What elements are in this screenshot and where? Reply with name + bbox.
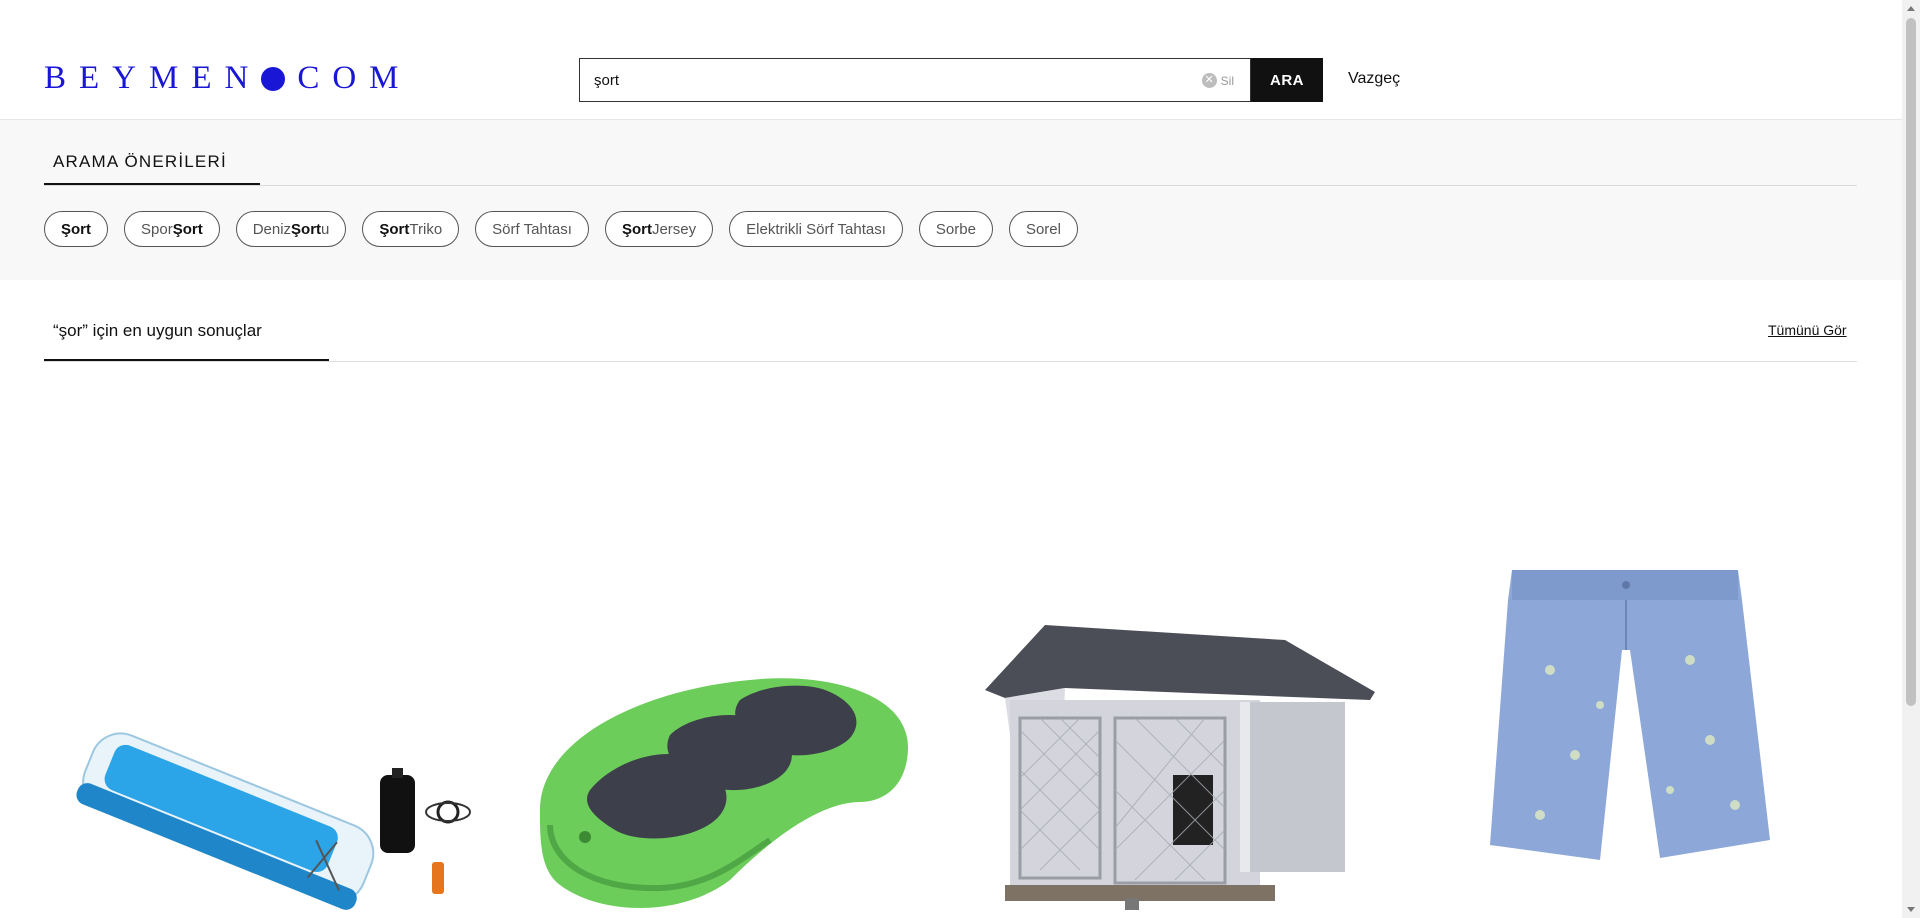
- suggestion-chip[interactable]: Şort Jersey: [604, 211, 714, 247]
- inflatable-air-track-image: [76, 732, 471, 910]
- beymen-logo[interactable]: BEYMEN COM: [44, 60, 412, 97]
- scroll-down-arrow-icon[interactable]: [1907, 907, 1915, 912]
- see-all-link[interactable]: Tümünü Gör: [1768, 322, 1847, 338]
- search-suggestions: ARAMA ÖNERİLERİ Şort Spor Şort Deniz Şor…: [0, 120, 1902, 280]
- results-title: “şor” için en uygun sonuçlar: [53, 321, 262, 340]
- chip-text: Sorbe: [935, 220, 976, 238]
- vertical-scrollbar[interactable]: [1902, 0, 1920, 918]
- chip-text-bold: Şort: [291, 220, 322, 238]
- product-card[interactable]: [985, 540, 1385, 918]
- clear-label: Sil: [1220, 73, 1234, 88]
- suggestion-chip[interactable]: Sörf Tahtası: [475, 211, 589, 247]
- chip-text-bold: Şort: [379, 220, 410, 238]
- chip-text: Spor: [141, 220, 173, 238]
- green-balance-board-image: [540, 678, 909, 909]
- suggestion-chip[interactable]: Deniz Şort u: [235, 211, 347, 247]
- chip-text-bold: Şort: [172, 220, 203, 238]
- product-card[interactable]: [520, 540, 920, 918]
- divider: [44, 361, 1857, 362]
- chip-text: Sörf Tahtası: [492, 220, 572, 238]
- clear-search-button[interactable]: ✕ Sil: [1201, 73, 1234, 88]
- chip-text: Sorel: [1025, 220, 1061, 238]
- suggestion-chip-list: Şort Spor Şort Deniz Şort u Şort Triko Sö…: [44, 211, 1078, 247]
- suggestion-chip[interactable]: Elektrikli Sörf Tahtası: [729, 211, 903, 247]
- site-header: BEYMEN COM ✕ Sil ARA Vazgeç: [0, 0, 1902, 120]
- suggestion-chip[interactable]: Şort Triko: [362, 211, 460, 247]
- suggestions-title: ARAMA ÖNERİLERİ: [53, 152, 227, 171]
- logo-text-right: COM: [297, 60, 412, 96]
- clear-icon: ✕: [1201, 73, 1217, 88]
- chip-text: u: [321, 220, 330, 238]
- chip-text: Elektrikli Sörf Tahtası: [746, 220, 886, 238]
- chip-text: Jersey: [651, 220, 697, 238]
- product-card[interactable]: [1480, 540, 1800, 918]
- dog-house-kennel-image: [985, 625, 1375, 910]
- logo-dot-icon: [261, 66, 286, 91]
- chip-text-bold: Şort: [61, 220, 91, 238]
- blue-polo-shorts-image: [1490, 570, 1770, 860]
- chip-text: Deniz: [252, 220, 292, 238]
- scroll-up-arrow-icon[interactable]: [1907, 6, 1915, 11]
- suggestion-chip[interactable]: Spor Şort: [124, 211, 220, 247]
- logo-text-left: BEYMEN: [44, 60, 262, 96]
- divider: [44, 185, 1857, 186]
- suggestion-chip[interactable]: Sorbe: [918, 211, 993, 247]
- chip-text: Triko: [409, 220, 443, 238]
- chip-text-bold: Şort: [621, 220, 652, 238]
- cancel-button[interactable]: Vazgeç: [1348, 70, 1400, 88]
- search-button[interactable]: ARA: [1251, 58, 1323, 102]
- product-card[interactable]: [50, 540, 480, 918]
- suggestion-chip[interactable]: Şort: [44, 211, 108, 247]
- search-input[interactable]: [594, 59, 1154, 101]
- search-box: ✕ Sil: [579, 58, 1251, 102]
- suggestion-chip[interactable]: Sorel: [1008, 211, 1078, 247]
- scrollbar-thumb[interactable]: [1906, 18, 1916, 706]
